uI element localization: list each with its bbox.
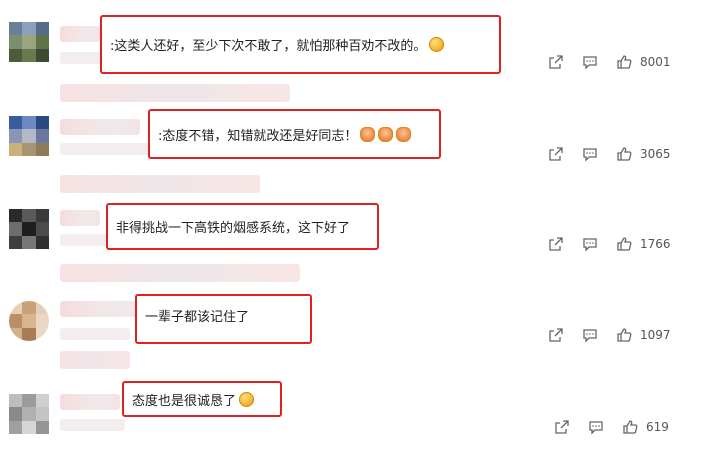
username-blurred (60, 26, 100, 42)
share-icon[interactable] (546, 52, 566, 72)
comment-text: 非得挑战一下高铁的烟感系统，这下好了 (106, 203, 379, 250)
avatar[interactable] (9, 301, 49, 341)
avatar[interactable] (9, 394, 49, 434)
comment-item: 态度也是很诚恳了 619 (0, 364, 701, 455)
comment-text: 态度也是很诚恳了 (122, 381, 282, 417)
like-count: 1766 (640, 237, 671, 251)
share-icon[interactable] (546, 325, 566, 345)
comment-item: :这类人还好，至少下次不敢了，就怕那种百劝不改的。 8001 (0, 0, 701, 102)
share-icon[interactable] (546, 144, 566, 164)
like-icon[interactable] (614, 325, 634, 345)
comment-actions: 1766 (546, 234, 671, 254)
username-blurred (60, 119, 140, 135)
timestamp-blurred (60, 143, 150, 155)
like-icon[interactable] (620, 417, 640, 437)
share-icon[interactable] (546, 234, 566, 254)
applause-emoji (396, 126, 412, 142)
comment-text: :这类人还好，至少下次不敢了，就怕那种百劝不改的。 (100, 15, 501, 74)
like-icon[interactable] (614, 234, 634, 254)
comment-actions: 8001 (546, 52, 671, 72)
avatar[interactable] (9, 209, 49, 249)
comment-icon[interactable] (580, 325, 600, 345)
avatar[interactable] (9, 22, 49, 62)
like-count: 1097 (640, 328, 671, 342)
avatar[interactable] (9, 116, 49, 156)
comment-icon[interactable] (580, 144, 600, 164)
comment-item: 一辈子都该记住了 1097 (0, 273, 701, 369)
comment-text: :态度不错，知错就改还是好同志！ (148, 109, 441, 159)
like-count: 3065 (640, 147, 671, 161)
comment-actions: 1097 (546, 325, 671, 345)
like-icon[interactable] (614, 144, 634, 164)
comment-icon[interactable] (580, 234, 600, 254)
applause-emoji (360, 126, 376, 142)
comment-text: 一辈子都该记住了 (135, 294, 312, 344)
like-count: 8001 (640, 55, 671, 69)
comment-icon[interactable] (580, 52, 600, 72)
laughing-emoji (239, 391, 255, 407)
timestamp-blurred (60, 419, 125, 431)
comment-item: 非得挑战一下高铁的烟感系统，这下好了 1766 (0, 182, 701, 282)
comment-icon[interactable] (586, 417, 606, 437)
username-blurred (60, 394, 120, 410)
like-icon[interactable] (614, 52, 634, 72)
laughing-emoji (429, 37, 445, 52)
share-icon[interactable] (552, 417, 572, 437)
timestamp-blurred (60, 328, 130, 340)
comment-actions: 619 (552, 417, 669, 437)
comment-actions: 3065 (546, 144, 671, 164)
applause-emoji (378, 126, 394, 142)
like-count: 619 (646, 420, 669, 434)
comment-item: :态度不错，知错就改还是好同志！ 3065 (0, 91, 701, 193)
username-blurred (60, 210, 100, 226)
